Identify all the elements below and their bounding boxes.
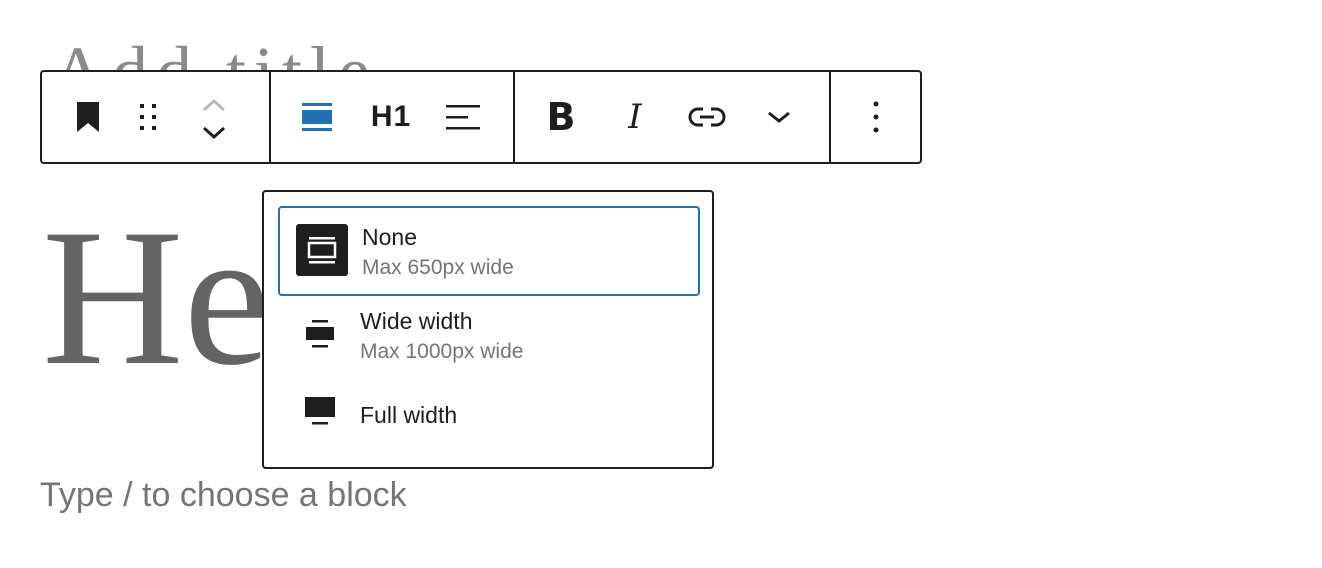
- block-toolbar: H1 B I: [40, 70, 922, 164]
- drag-dots-icon: [140, 104, 156, 130]
- move-down-button[interactable]: [186, 110, 242, 155]
- text-align-button[interactable]: [435, 72, 491, 162]
- link-button[interactable]: [679, 72, 735, 162]
- toolbar-group-options: [829, 72, 920, 162]
- toolbar-group-block: [42, 72, 269, 162]
- align-none-icon: [302, 103, 332, 131]
- align-option-title: Full width: [360, 402, 458, 428]
- align-option-none[interactable]: None Max 650px wide: [278, 206, 700, 296]
- align-dropdown-menu: None Max 650px wide Wide width Max 1000p…: [262, 190, 714, 469]
- italic-label: I: [628, 97, 642, 137]
- align-option-subtitle: Max 650px wide: [362, 256, 514, 279]
- align-option-title: Wide width: [360, 308, 473, 334]
- heading-block[interactable]: He: [42, 200, 271, 396]
- bold-button[interactable]: B: [533, 72, 589, 162]
- drag-handle[interactable]: [121, 72, 177, 162]
- toolbar-group-format: H1: [269, 72, 513, 162]
- toolbar-group-text: B I: [513, 72, 829, 162]
- align-option-subtitle: Max 1000px wide: [360, 340, 524, 363]
- align-option-title: None: [362, 224, 417, 250]
- align-option-full[interactable]: Full width: [278, 370, 700, 460]
- more-vertical-icon: [873, 101, 878, 133]
- align-left-icon: [446, 105, 480, 130]
- block-type-button[interactable]: [60, 72, 116, 162]
- link-icon: [688, 107, 726, 127]
- options-button[interactable]: [848, 72, 904, 162]
- align-none-icon: [296, 224, 348, 276]
- post-title[interactable]: Add title: [52, 22, 378, 72]
- heading-level-button[interactable]: H1: [363, 72, 419, 162]
- block-placeholder[interactable]: Type / to choose a block: [40, 476, 407, 515]
- align-button[interactable]: [289, 72, 345, 162]
- bookmark-icon: [77, 102, 99, 132]
- chevron-down-icon: [768, 111, 790, 123]
- align-full-icon: [294, 386, 346, 438]
- heading-level-label: H1: [370, 100, 412, 133]
- italic-button[interactable]: I: [607, 72, 663, 162]
- bold-label: B: [546, 95, 576, 139]
- align-option-wide[interactable]: Wide width Max 1000px wide: [278, 292, 700, 382]
- more-formats-button[interactable]: [751, 72, 807, 162]
- align-wide-icon: [294, 308, 346, 360]
- chevron-down-icon: [202, 126, 226, 139]
